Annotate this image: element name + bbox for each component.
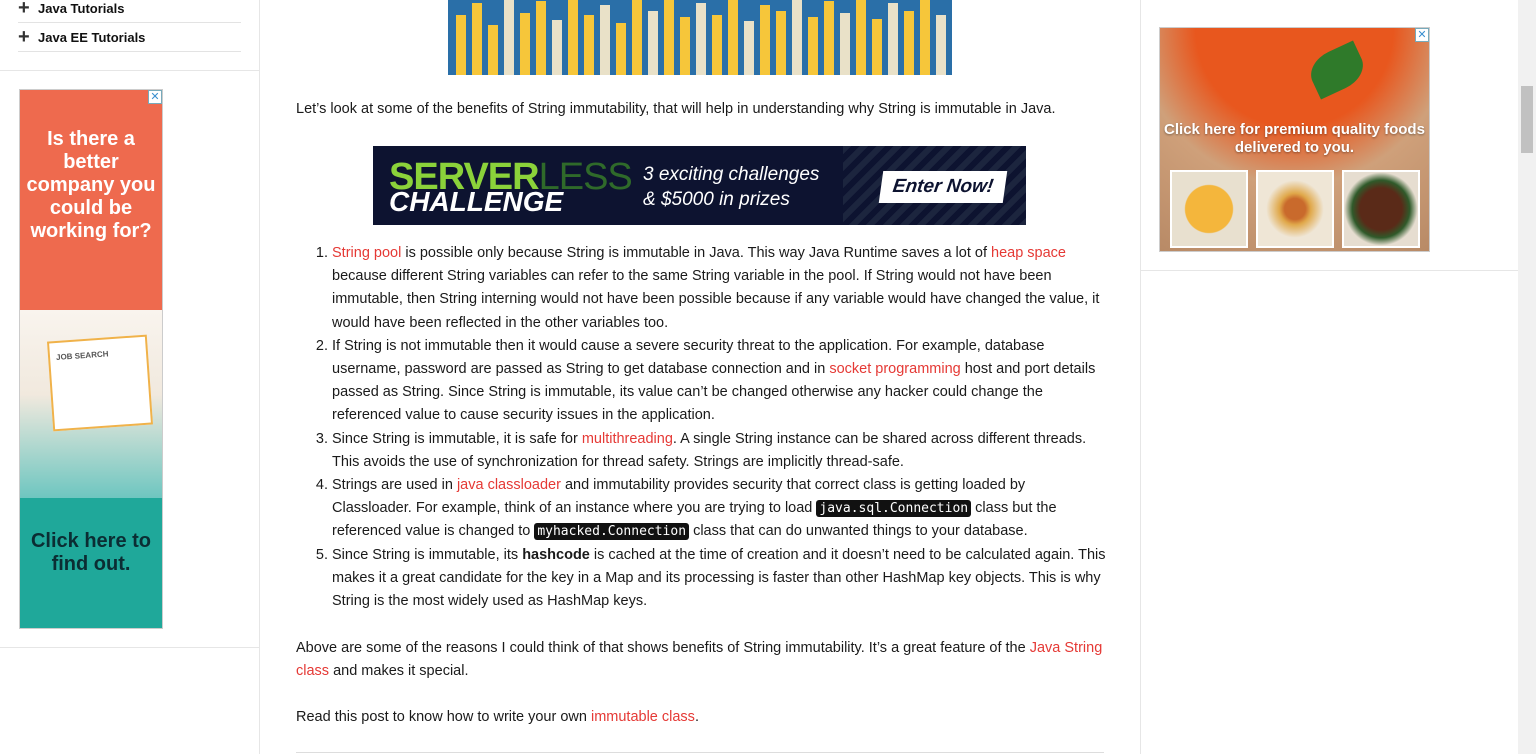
paragraph-text: . (694, 709, 699, 725)
hashcode-term: hashcode (522, 546, 590, 563)
java-classloader-link[interactable]: java classloader (457, 477, 561, 493)
sidebar-item-java-tutorials[interactable]: + Java Tutorials (18, 0, 241, 23)
paragraph-text: and makes it special. (329, 663, 469, 679)
right-advertisement[interactable]: Click here for premium quality foods del… (1159, 27, 1430, 252)
multithreading-link[interactable]: multithreading (582, 431, 673, 447)
beef-dish-image (1342, 170, 1420, 248)
enter-now-button[interactable]: Enter Now! (878, 171, 1008, 203)
ad-tagline: Click here for premium quality foods del… (1164, 121, 1425, 156)
close-icon[interactable]: ✕ (148, 90, 162, 104)
ad-line2: & $5000 in prizes (643, 189, 790, 210)
sidebar-item-label: Java Tutorials (38, 0, 125, 16)
paragraph-text: Above are some of the reasons I could th… (296, 640, 1030, 656)
ad-cta: Click here to find out. (20, 498, 162, 628)
close-icon[interactable]: ✕ (1415, 28, 1429, 42)
left-sidebar: + Java Tutorials + Java EE Tutorials Is … (0, 0, 260, 754)
list-item: If String is not immutable then it would… (332, 335, 1108, 428)
ad-copy: 3 exciting challenges & $5000 in prizes (643, 162, 819, 212)
ad-image: JOB SEARCH (20, 310, 162, 498)
list-item: Since String is immutable, its hashcode … (332, 544, 1108, 614)
intro-paragraph: Let’s look at some of the benefits of St… (296, 101, 1056, 117)
tutorial-list: + Java Tutorials + Java EE Tutorials (18, 0, 241, 52)
code-snippet: myhacked.Connection (534, 523, 690, 541)
ad-screen-text: JOB SEARCH (55, 349, 109, 362)
list-item: Strings are used in java classloader and… (332, 474, 1108, 544)
serverless-challenge-ad[interactable]: SERVERLESS CHALLENGE 3 exciting challeng… (373, 146, 1026, 225)
list-text: Since String is immutable, it is safe fo… (332, 430, 582, 447)
mac-and-cheese-image (1170, 170, 1248, 248)
ad-title-c: CHALLENGE (389, 186, 564, 217)
chicken-dish-image (1256, 170, 1334, 248)
scrollbar-thumb[interactable] (1521, 86, 1533, 153)
string-pool-link[interactable]: String pool (332, 245, 401, 261)
divider (296, 752, 1104, 753)
list-item: String pool is possible only because Str… (332, 242, 1108, 335)
right-sidebar: Click here for premium quality foods del… (1140, 0, 1519, 754)
list-text: Since String is immutable, its (332, 546, 523, 563)
ad-line1: 3 exciting challenges (643, 164, 820, 185)
divider (1141, 270, 1519, 271)
vertical-scrollbar[interactable] (1518, 0, 1536, 754)
list-text: class that can do unwanted things to you… (689, 523, 1028, 540)
plus-icon: + (18, 0, 30, 19)
socket-programming-link[interactable]: socket programming (829, 361, 960, 377)
divider (0, 647, 259, 648)
list-text: Strings are used in (332, 477, 457, 494)
basil-leaf-image (1304, 40, 1370, 100)
left-advertisement[interactable]: Is there a better company you could be w… (19, 89, 163, 629)
list-item: Since String is immutable, it is safe fo… (332, 428, 1108, 474)
closing-paragraph: Above are some of the reasons I could th… (296, 637, 1104, 683)
laptop-screen-image: JOB SEARCH (46, 334, 154, 432)
list-text: because different String variables can r… (332, 268, 1100, 331)
sidebar-item-label: Java EE Tutorials (38, 29, 146, 45)
ad-headline: Is there a better company you could be w… (20, 90, 162, 310)
plus-icon: + (18, 26, 30, 48)
benefits-list: String pool is possible only because Str… (332, 242, 1108, 613)
read-post-paragraph: Read this post to know how to write your… (296, 706, 1104, 729)
sidebar-item-java-ee-tutorials[interactable]: + Java EE Tutorials (18, 23, 241, 52)
divider (0, 70, 259, 71)
heap-space-link[interactable]: heap space (991, 245, 1066, 261)
list-text: is possible only because String is immut… (401, 245, 991, 261)
immutable-class-link[interactable]: immutable class (591, 709, 695, 725)
top-banner-image[interactable] (448, 0, 952, 75)
code-snippet: java.sql.Connection (816, 500, 972, 518)
paragraph-text: Read this post to know how to write your… (296, 709, 591, 725)
